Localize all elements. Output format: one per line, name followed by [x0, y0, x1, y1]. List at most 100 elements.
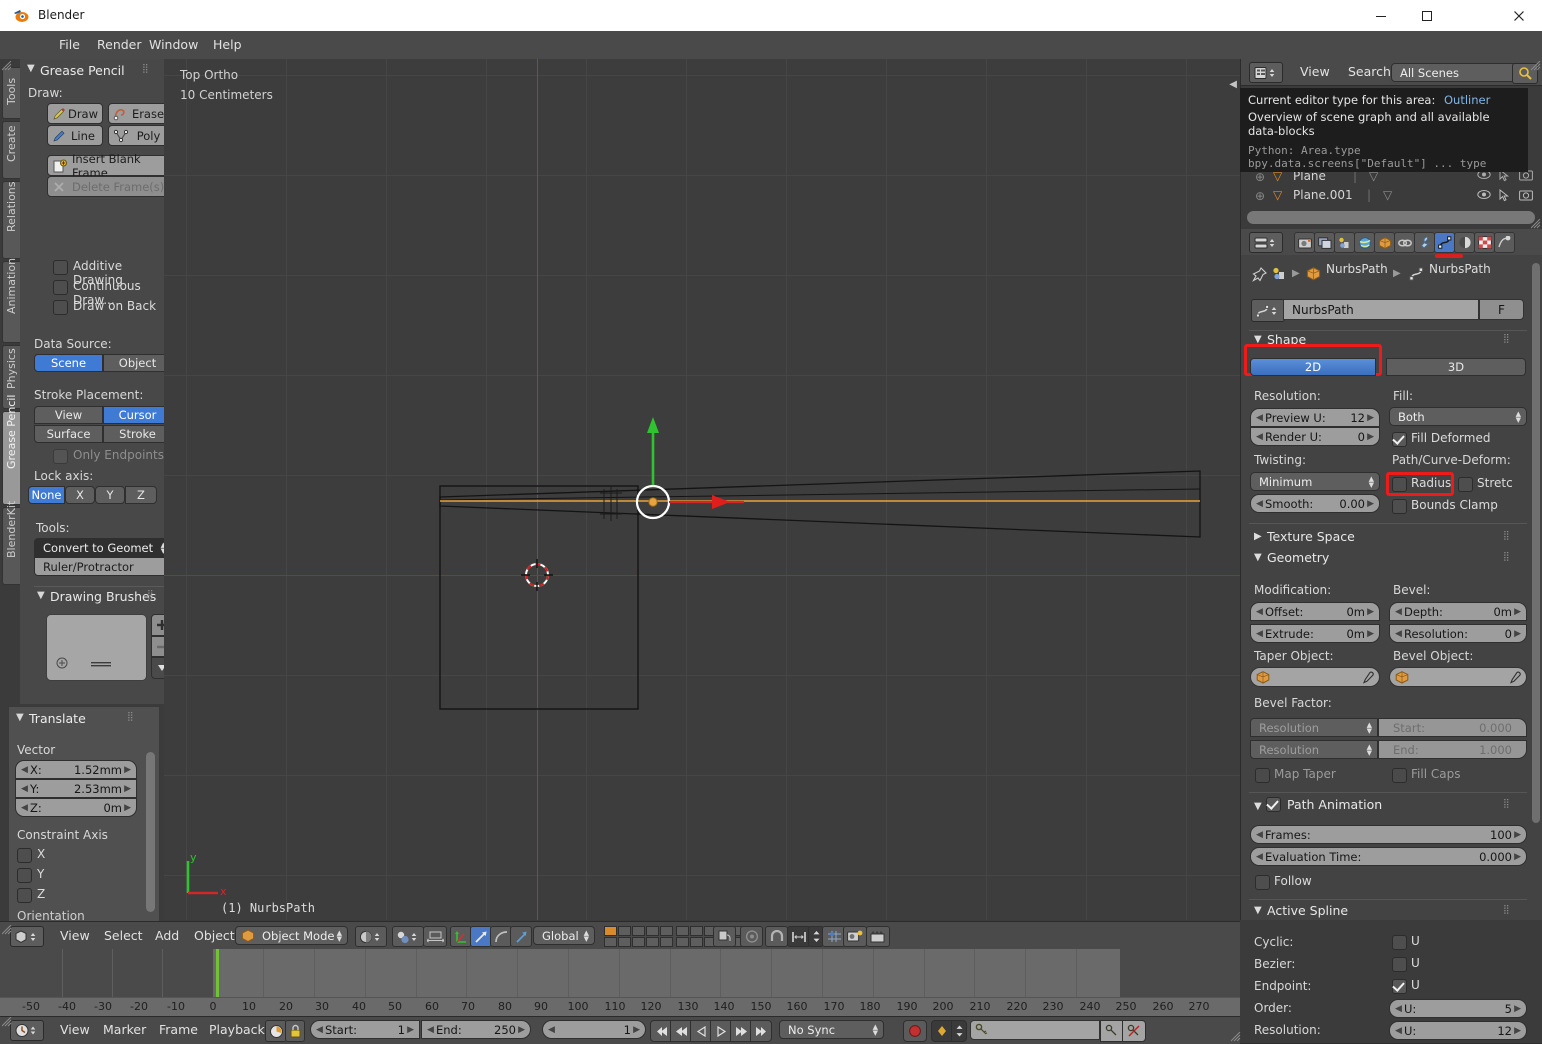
- layer-cell[interactable]: [618, 937, 631, 947]
- brush-list-box[interactable]: [46, 614, 147, 681]
- chevron-updown-icon[interactable]: [951, 1020, 967, 1042]
- delete-frames-button[interactable]: Delete Frame(s): [47, 176, 172, 197]
- collapse-triangle-icon[interactable]: ▼: [1254, 552, 1262, 563]
- chevron-left-icon[interactable]: ◀: [1395, 1026, 1402, 1036]
- convert-to-geometry-dropdown[interactable]: Convert to Geomet ▲▼: [34, 538, 172, 557]
- evaluation-time-field[interactable]: ◀ Evaluation Time: 0.000 ▶: [1250, 847, 1527, 866]
- translate-z-field[interactable]: ◀ Z: 0m ▶: [15, 798, 137, 817]
- viewport-menu-object[interactable]: Object: [187, 927, 242, 945]
- add-keyframe-icon[interactable]: [1100, 1020, 1124, 1042]
- only-endpoints-checkbox[interactable]: [53, 449, 68, 464]
- chevron-left-icon[interactable]: ◀: [1395, 607, 1402, 617]
- expand-triangle-icon[interactable]: ▶: [1254, 531, 1262, 542]
- cyclic-u-checkbox[interactable]: [1392, 935, 1407, 950]
- menu-file[interactable]: File: [52, 36, 87, 54]
- data-source-scene-button[interactable]: Scene: [34, 354, 103, 372]
- sidebar-item-animation[interactable]: Animation: [2, 258, 21, 343]
- breadcrumb-data-name[interactable]: NurbsPath: [1429, 262, 1491, 276]
- interaction-mode-select[interactable]: Object Mode ▲ ▼: [235, 926, 348, 945]
- pin-icon[interactable]: [1252, 267, 1267, 282]
- taper-object-field[interactable]: [1250, 667, 1380, 687]
- chevron-left-icon[interactable]: ◀: [21, 803, 28, 813]
- timeline-menu-playback[interactable]: Playback: [202, 1021, 272, 1039]
- lock-icon[interactable]: [285, 1020, 305, 1042]
- transform-orientation-select[interactable]: Global ▲ ▼: [533, 926, 595, 945]
- manipulator-toggle-button[interactable]: [423, 926, 447, 947]
- chevron-left-icon[interactable]: ◀: [548, 1025, 555, 1035]
- chevron-left-icon[interactable]: ◀: [21, 765, 28, 775]
- 3d-viewport[interactable]: Top Ortho 10 Centimeters y x (1) NurbsPa…: [164, 59, 1240, 920]
- stroke-placement-stroke-button[interactable]: Stroke: [103, 425, 172, 443]
- chevron-left-icon[interactable]: ◀: [316, 1025, 323, 1035]
- data-source-object-button[interactable]: Object: [103, 354, 172, 372]
- shape-3d-button[interactable]: 3D: [1386, 358, 1526, 376]
- menu-window[interactable]: Window: [142, 36, 205, 54]
- collapse-triangle-icon[interactable]: ▼: [1254, 801, 1262, 812]
- expand-plus-icon[interactable]: ⊕: [1255, 170, 1265, 184]
- chevron-left-icon[interactable]: ◀: [1256, 499, 1263, 509]
- preview-u-field[interactable]: ◀ Preview U: 12 ▶: [1250, 408, 1380, 427]
- play-reverse-icon[interactable]: [690, 1020, 712, 1042]
- stretch-checkbox[interactable]: [1458, 477, 1473, 492]
- gp-draw-button[interactable]: Draw: [47, 103, 103, 124]
- properties-tab-world[interactable]: [1354, 232, 1375, 253]
- rotate-manipulator-toggle[interactable]: [470, 926, 492, 947]
- chevron-left-icon[interactable]: ◀: [1256, 629, 1263, 639]
- order-u-field[interactable]: ◀ U: 5 ▶: [1389, 999, 1527, 1018]
- camera-icon[interactable]: [1519, 189, 1533, 201]
- properties-tab-scene[interactable]: [1334, 232, 1355, 253]
- frame-end-field[interactable]: ◀ End: 250 ▶: [421, 1020, 531, 1039]
- lock-axis-y-button[interactable]: Y: [95, 486, 125, 504]
- layer-cell[interactable]: [690, 926, 703, 936]
- lock-axis-none-button[interactable]: None: [28, 486, 65, 504]
- pivot-point-select[interactable]: [392, 926, 424, 947]
- constraint-axis-x-checkbox[interactable]: [17, 848, 32, 863]
- timeline-editor-icon[interactable]: [10, 1020, 44, 1041]
- minimize-icon[interactable]: [1358, 0, 1404, 31]
- render-animation-icon[interactable]: [866, 926, 890, 947]
- fill-deformed-checkbox[interactable]: [1392, 432, 1407, 447]
- chevron-right-icon[interactable]: ▶: [1514, 1026, 1521, 1036]
- outliner-display-mode-select[interactable]: All Scenes ▲▼: [1391, 63, 1529, 82]
- render-image-icon[interactable]: [843, 926, 867, 947]
- gp-poly-button[interactable]: Poly: [108, 125, 172, 146]
- layer-grid-icon[interactable]: [604, 926, 673, 947]
- properties-tab-constraints[interactable]: [1394, 232, 1415, 253]
- lock-object-modes-icon[interactable]: [713, 926, 736, 947]
- current-frame-field[interactable]: ◀ 1 ▶: [542, 1020, 646, 1039]
- bevel-depth-field[interactable]: ◀ Depth: 0m ▶: [1389, 602, 1527, 621]
- chevron-right-icon[interactable]: ▶: [124, 765, 131, 775]
- layer-cell[interactable]: [604, 937, 617, 947]
- properties-tab-particles[interactable]: [1494, 232, 1515, 253]
- keying-set-icon[interactable]: [931, 1020, 953, 1042]
- chevron-right-icon[interactable]: ▶: [1514, 607, 1521, 617]
- stroke-placement-cursor-button[interactable]: Cursor: [103, 406, 172, 424]
- n-panel-expand-icon[interactable]: ◀: [1229, 79, 1237, 90]
- map-taper-checkbox[interactable]: [1255, 768, 1270, 783]
- chevron-right-icon[interactable]: ▶: [518, 1025, 525, 1035]
- shape-2d-button[interactable]: 2D: [1250, 358, 1376, 376]
- timeline-track[interactable]: [0, 949, 1240, 997]
- properties-tab-object[interactable]: [1374, 232, 1395, 253]
- chevron-right-icon[interactable]: ▶: [1367, 413, 1374, 423]
- properties-scrollbar[interactable]: [1532, 263, 1540, 823]
- additive-drawing-checkbox[interactable]: [53, 260, 68, 275]
- translate-x-field[interactable]: ◀ X: 1.52mm ▶: [15, 760, 137, 779]
- properties-tab-object-data[interactable]: [1434, 232, 1455, 253]
- fill-mode-select[interactable]: Both ▲ ▼: [1389, 407, 1527, 426]
- scale-manipulator-toggle-2[interactable]: [510, 926, 532, 947]
- timeline-menu-frame[interactable]: Frame: [152, 1021, 205, 1039]
- endpoint-u-checkbox[interactable]: [1392, 979, 1407, 994]
- jump-start-icon[interactable]: [650, 1020, 672, 1042]
- bevel-factor-end-mode-select[interactable]: Resolution ▲ ▼: [1250, 740, 1378, 759]
- outliner-menu-view[interactable]: View: [1293, 63, 1337, 81]
- properties-tab-texture[interactable]: [1474, 232, 1495, 253]
- area-corner-widget[interactable]: [1531, 61, 1541, 71]
- area-corner-widget[interactable]: [1, 61, 12, 71]
- chevron-left-icon[interactable]: ◀: [1256, 413, 1263, 423]
- outliner-horizontal-scrollbar[interactable]: [1247, 211, 1535, 224]
- layer-cell[interactable]: [676, 926, 689, 936]
- sidebar-item-grease-pencil[interactable]: Grease Pencil: [2, 395, 21, 505]
- properties-tab-modifiers[interactable]: [1414, 232, 1435, 253]
- stroke-placement-view-button[interactable]: View: [34, 406, 103, 424]
